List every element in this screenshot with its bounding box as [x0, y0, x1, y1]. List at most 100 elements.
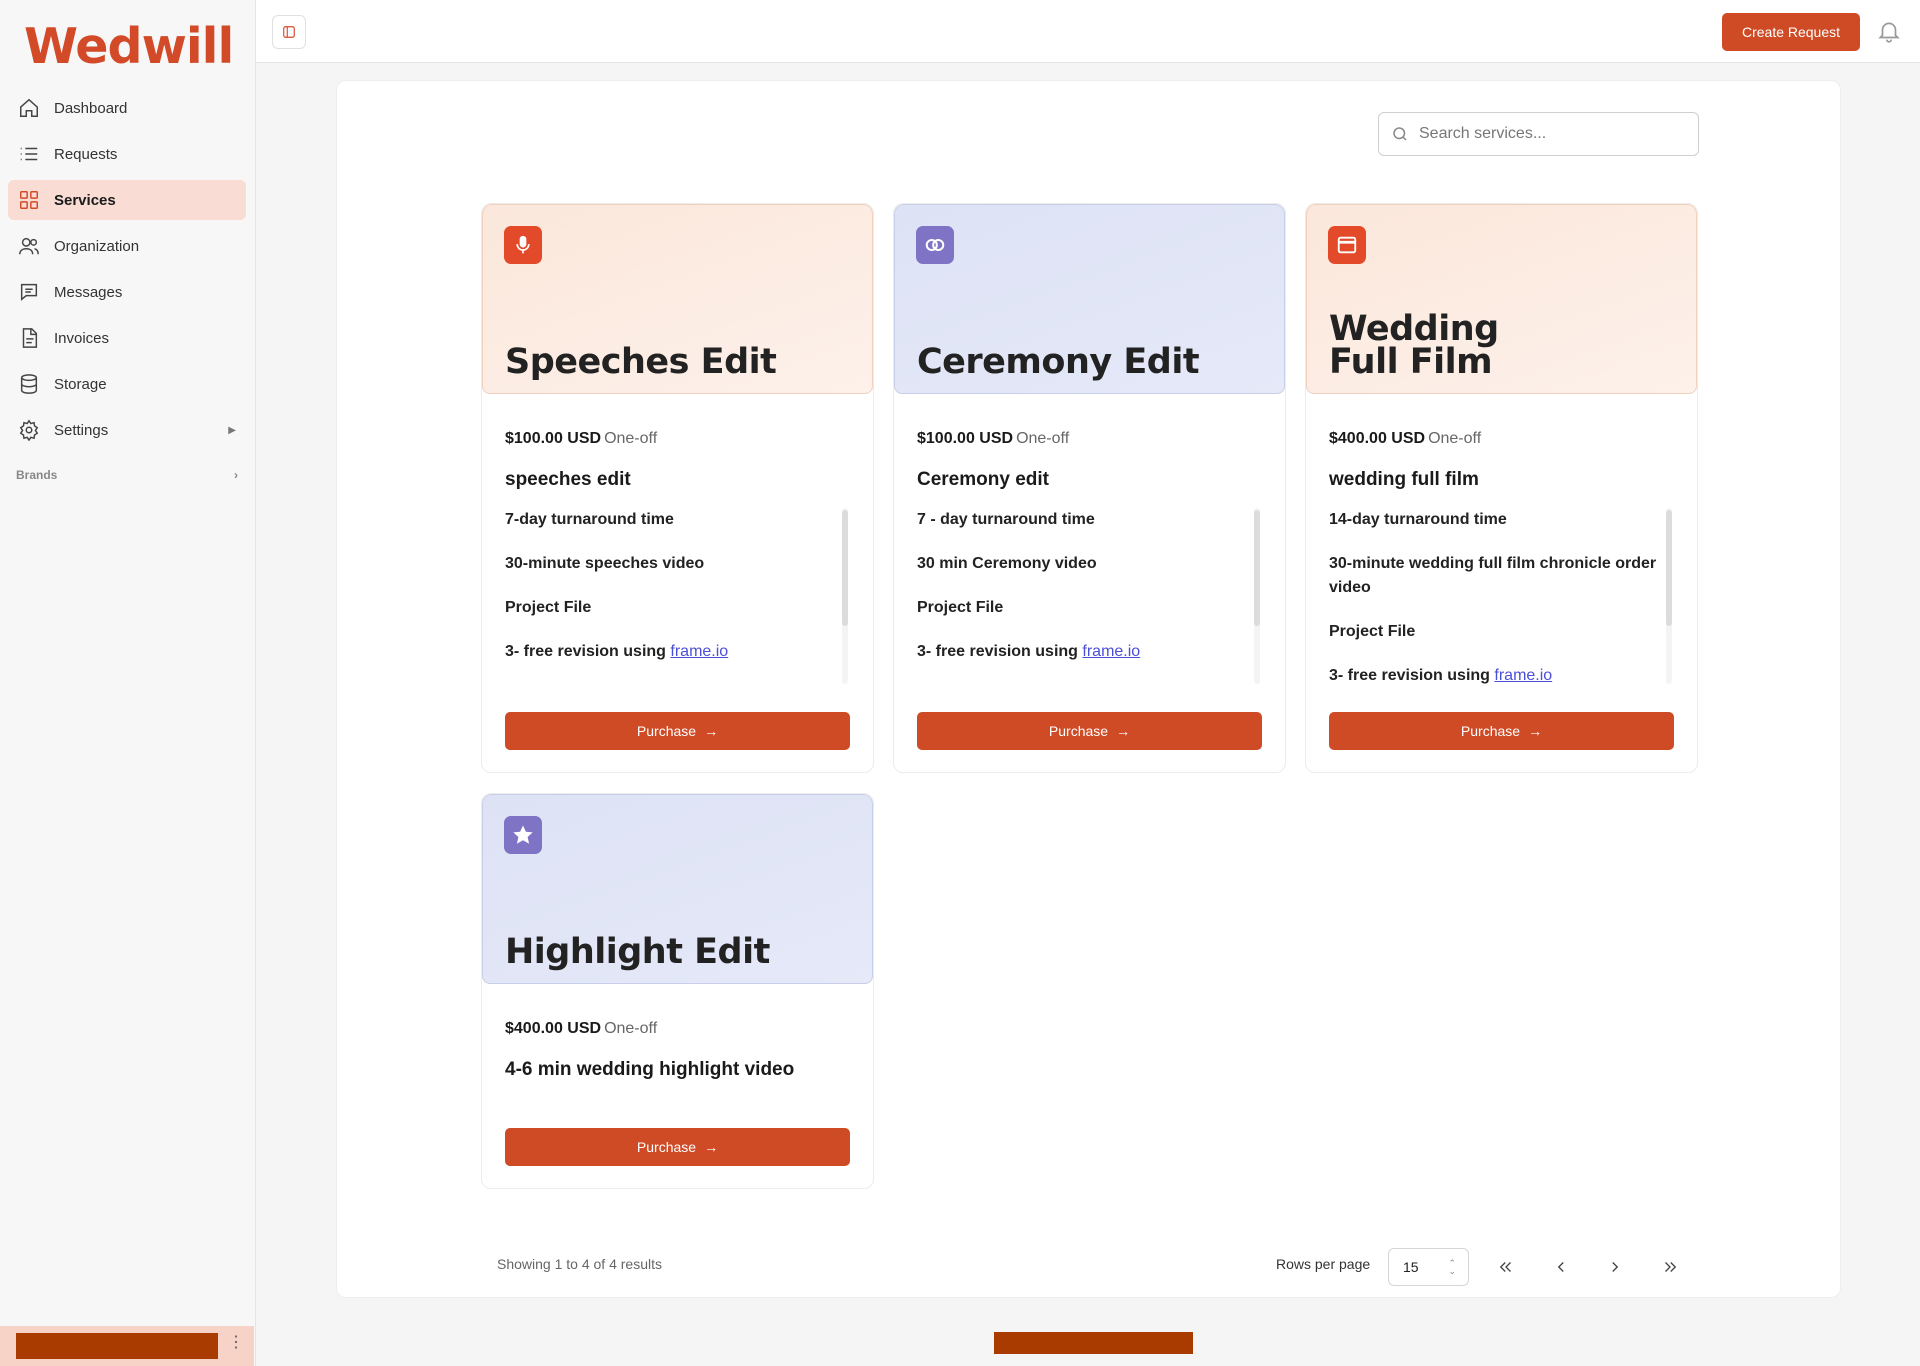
create-request-button[interactable]: Create Request [1722, 13, 1860, 51]
feature-item: 30-minute wedding full film chronicle or… [1329, 555, 1657, 596]
feature-list[interactable]: 14-day turnaround time 30-minute wedding… [1329, 508, 1694, 684]
sidebar-item-label: Dashboard [54, 99, 128, 117]
feature-item: 3- free revision using frame.io [505, 640, 845, 664]
price-amount: $100.00 USD [505, 430, 602, 447]
feature-item: Project File [505, 599, 592, 616]
frameio-link[interactable]: frame.io [1494, 667, 1552, 684]
sidebar-item-requests[interactable]: Requests [8, 134, 246, 174]
arrow-right-icon: → [1116, 723, 1131, 739]
users-icon [18, 235, 40, 257]
sidebar-item-label: Storage [54, 375, 107, 393]
feature-list[interactable]: 7 - day turnaround time 30 min Ceremony … [917, 508, 1282, 684]
arrow-right-icon: → [704, 723, 719, 739]
purchase-button[interactable]: Purchase → [917, 712, 1262, 750]
feature-item: 3- free revision using frame.io [1329, 664, 1669, 684]
title-line-2: Full Film [1329, 342, 1493, 382]
scroll-thumb[interactable] [842, 510, 848, 626]
rows-per-page-label: Rows per page [1276, 1256, 1371, 1272]
service-name: Ceremony edit [917, 469, 1049, 490]
results-summary: Showing 1 to 4 of 4 results [497, 1256, 662, 1272]
service-price: $100.00 USD One-off [505, 430, 657, 448]
purchase-label: Purchase [636, 1139, 697, 1155]
home-icon [18, 97, 40, 119]
sidebar-item-dashboard[interactable]: Dashboard [8, 88, 246, 128]
sidebar-nav: Dashboard Requests Services Organization… [8, 88, 246, 456]
app-logo[interactable]: Wedwill [24, 18, 234, 75]
last-page-button[interactable] [1655, 1252, 1685, 1282]
feature-list[interactable]: 7-day turnaround time 30-minute speeches… [505, 508, 870, 684]
purchase-button[interactable]: Purchase → [1329, 712, 1674, 750]
service-card-title: Ceremony Edit [917, 342, 1200, 382]
redacted-footer-block [994, 1332, 1193, 1354]
rows-per-page-value: 15 [1403, 1259, 1419, 1275]
caret-right-icon: ▶ [228, 424, 236, 436]
price-kind: One-off [1428, 430, 1482, 447]
feature-item: 7 - day turnaround time [917, 511, 1095, 528]
services-panel: Speeches Edit $100.00 USDOne-off speeche… [336, 80, 1841, 1298]
frameio-link[interactable]: frame.io [670, 643, 728, 660]
service-name: speeches edit [505, 469, 631, 490]
search-input[interactable] [1419, 125, 1679, 143]
service-card-speeches-edit: Speeches Edit $100.00 USD One-off speeche… [481, 203, 874, 773]
price-amount: $400.00 USD [505, 1020, 602, 1037]
chevron-right-icon: › [234, 468, 238, 482]
service-card-ceremony-edit: Ceremony Edit $100.00 USD One-off Ceremon… [893, 203, 1286, 773]
frameio-link[interactable]: frame.io [1082, 643, 1140, 660]
star-icon [504, 816, 542, 854]
list-icon [18, 143, 40, 165]
sidebar-item-invoices[interactable]: Invoices [8, 318, 246, 358]
bell-icon[interactable] [1876, 18, 1902, 44]
arrow-right-icon: → [1528, 723, 1543, 739]
message-icon [18, 281, 40, 303]
scroll-thumb[interactable] [1254, 510, 1260, 626]
purchase-label: Purchase [1460, 723, 1521, 739]
file-icon [18, 327, 40, 349]
more-vertical-icon[interactable]: ⋮ [228, 1332, 244, 1352]
purchase-button[interactable]: Purchase → [505, 1128, 850, 1166]
service-name: 4-6 min wedding highlight video [505, 1059, 795, 1080]
feature-item: Project File [917, 599, 1004, 616]
service-card-banner: Highlight Edit [482, 794, 873, 984]
feature-scrollbar[interactable] [842, 508, 848, 684]
sidebar-item-label: Invoices [54, 329, 110, 347]
purchase-label: Purchase [636, 723, 697, 739]
chevron-up-down-icon: ⌃ ⌄ [1448, 1258, 1456, 1276]
first-page-button[interactable] [1491, 1252, 1521, 1282]
chevrons-left-icon [1499, 1262, 1511, 1272]
brands-section-toggle[interactable]: Brands › [16, 468, 238, 482]
user-name-redacted [16, 1333, 218, 1359]
feature-item: 14-day turnaround time [1329, 511, 1507, 528]
sidebar-toggle-button[interactable] [272, 15, 306, 49]
feature-item: 7-day turnaround time [505, 511, 674, 528]
previous-page-button[interactable] [1546, 1252, 1576, 1282]
service-price: $100.00 USD One-off [917, 430, 1069, 448]
sidebar-item-label: Organization [54, 237, 140, 255]
purchase-button[interactable]: Purchase → [505, 712, 850, 750]
feature-item: 3- free revision using frame.io [917, 640, 1257, 664]
feature-scrollbar[interactable] [1254, 508, 1260, 684]
user-menu[interactable]: ⋮ [0, 1326, 254, 1366]
sidebar-toggle-icon [283, 26, 295, 38]
chevrons-right-icon [1665, 1262, 1677, 1272]
service-card-title: Wedding Full Film [1329, 312, 1499, 382]
sidebar-item-messages[interactable]: Messages [8, 272, 246, 312]
scroll-thumb[interactable] [1666, 510, 1672, 626]
feature-text: 3- free revision using [1329, 667, 1490, 684]
next-page-button[interactable] [1600, 1252, 1630, 1282]
sidebar-item-services[interactable]: Services [8, 180, 246, 220]
service-card-title: Speeches Edit [505, 342, 777, 382]
top-bar: Create Request [256, 0, 1920, 63]
price-amount: $400.00 USD [1329, 430, 1426, 447]
price-amount: $100.00 USD [917, 430, 1014, 447]
sidebar-item-settings[interactable]: Settings ▶ [8, 410, 246, 450]
feature-item: 30 min Ceremony video [917, 555, 1097, 572]
rows-per-page-select[interactable]: 15 ⌃ ⌄ [1388, 1248, 1469, 1286]
sidebar-item-organization[interactable]: Organization [8, 226, 246, 266]
sidebar-item-storage[interactable]: Storage [8, 364, 246, 404]
rings-icon [916, 226, 954, 264]
browser-window-icon [1328, 226, 1366, 264]
chevron-right-icon [1612, 1262, 1619, 1272]
sidebar: Wedwill Dashboard Requests Services Orga… [0, 0, 256, 1366]
search-box[interactable] [1378, 112, 1699, 156]
feature-scrollbar[interactable] [1666, 508, 1672, 684]
